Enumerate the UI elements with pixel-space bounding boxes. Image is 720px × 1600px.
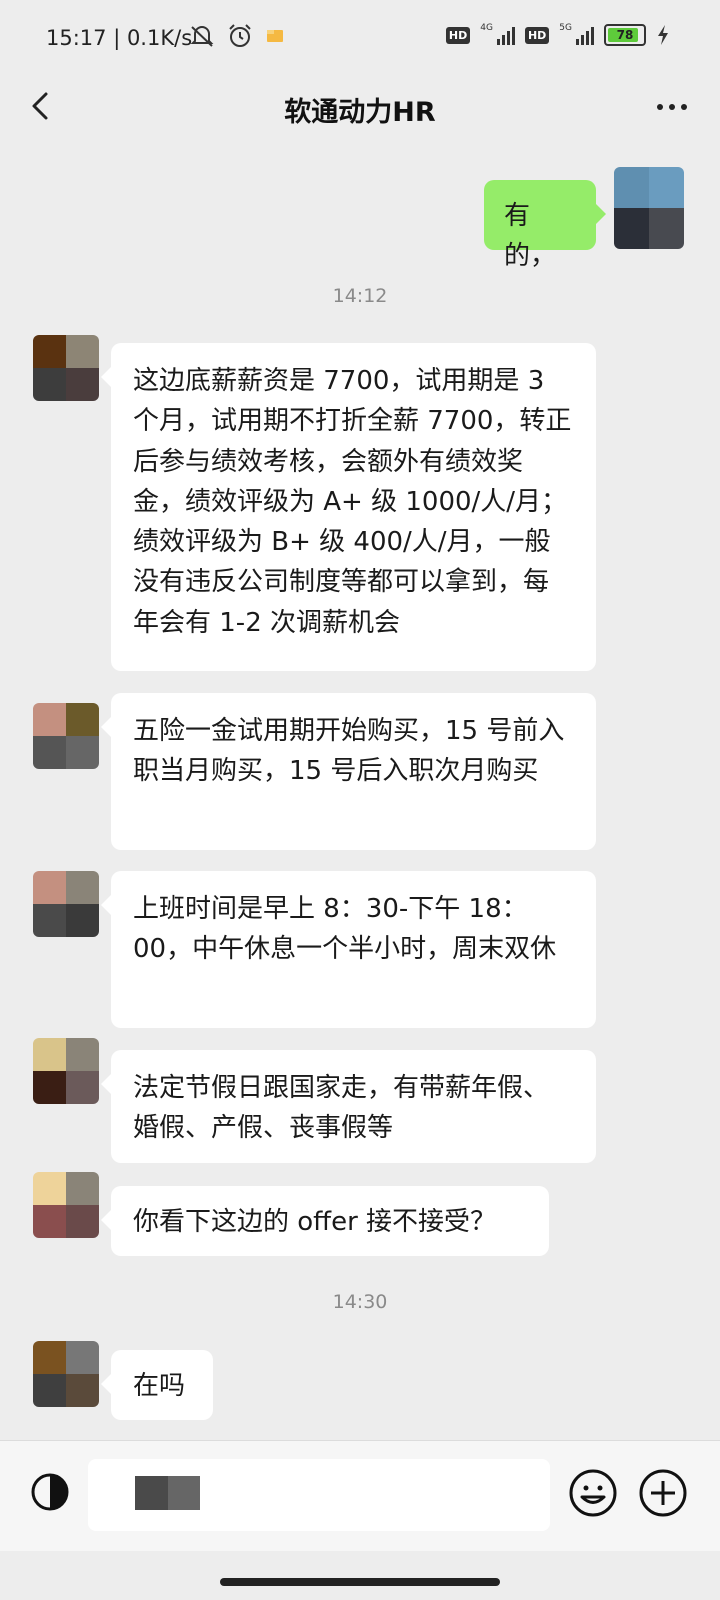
mute-bell-icon <box>190 26 214 47</box>
voice-icon[interactable] <box>30 1472 70 1512</box>
home-indicator[interactable] <box>220 1578 500 1586</box>
input-bar <box>0 1440 720 1551</box>
status-right-icons: HD 4G HD 5G 78 <box>445 23 670 46</box>
outgoing-message[interactable]: 有的， <box>484 180 606 271</box>
incoming-message[interactable]: 上班时间是早上 8：30-下午 18：00，中午休息一个半小时，周末双休 <box>101 871 596 1028</box>
my-avatar[interactable] <box>614 167 684 249</box>
timestamp: 14:30 <box>332 1291 388 1313</box>
incoming-message[interactable]: 五险一金试用期开始购买，15 号前入职当月购买，15 号后入职次月购买 <box>101 693 596 850</box>
network-label-2: 5G <box>559 23 572 33</box>
message-text: 五险一金试用期开始购买，15 号前入职当月购买，15 号后入职次月购买 <box>133 716 565 787</box>
hd-badge-2: HD <box>524 26 550 44</box>
redacted-text-2 <box>168 1476 200 1510</box>
alarm-icon <box>229 24 251 47</box>
battery-icon: 78 <box>604 24 646 46</box>
message-text: 你看下这边的 offer 接不接受？ <box>133 1207 497 1237</box>
emoji-icon[interactable] <box>568 1468 618 1518</box>
signal-icon-2 <box>576 25 594 45</box>
message-text: 上班时间是早上 8：30-下午 18：00，中午休息一个半小时，周末双休 <box>133 894 557 965</box>
incoming-message[interactable]: 这边底薪薪资是 7700，试用期是 3 个月，试用期不打折全薪 7700，转正后… <box>101 343 596 671</box>
hd-badge: HD <box>445 26 471 44</box>
signal-icon <box>496 25 515 45</box>
battery-level: 78 <box>616 28 634 42</box>
contact-avatar[interactable] <box>33 1172 99 1238</box>
contact-avatar[interactable] <box>33 703 99 769</box>
message-text: 在吗 <box>133 1371 186 1401</box>
contact-avatar[interactable] <box>33 871 99 937</box>
message-text: 这边底薪薪资是 7700，试用期是 3 个月，试用期不打折全薪 7700，转正后… <box>133 366 572 638</box>
timestamp: 14:12 <box>332 285 388 307</box>
more-dots-icon[interactable] <box>652 92 692 122</box>
plus-icon[interactable] <box>638 1468 688 1518</box>
message-text: 有的， <box>504 201 557 272</box>
status-time: 15:17 | 0.1K/s <box>46 26 193 50</box>
contact-avatar[interactable] <box>33 335 99 401</box>
status-left-icons <box>188 22 286 50</box>
status-bar: 15:17 | 0.1K/s HD 4G HD 5G 78 <box>0 0 720 80</box>
contact-avatar[interactable] <box>33 1038 99 1104</box>
charging-icon <box>658 25 668 45</box>
incoming-message[interactable]: 在吗 <box>101 1350 213 1420</box>
incoming-message[interactable]: 你看下这边的 offer 接不接受？ <box>101 1186 549 1256</box>
notification-icon <box>267 30 283 42</box>
network-label: 4G <box>480 23 493 33</box>
contact-avatar[interactable] <box>33 1341 99 1407</box>
chat-title: 软通动力HR <box>284 97 436 128</box>
chat-header: 软通动力HR <box>0 80 720 136</box>
incoming-message[interactable]: 法定节假日跟国家走，有带薪年假、婚假、产假、丧事假等 <box>101 1050 596 1163</box>
message-text: 法定节假日跟国家走，有带薪年假、婚假、产假、丧事假等 <box>133 1073 550 1144</box>
